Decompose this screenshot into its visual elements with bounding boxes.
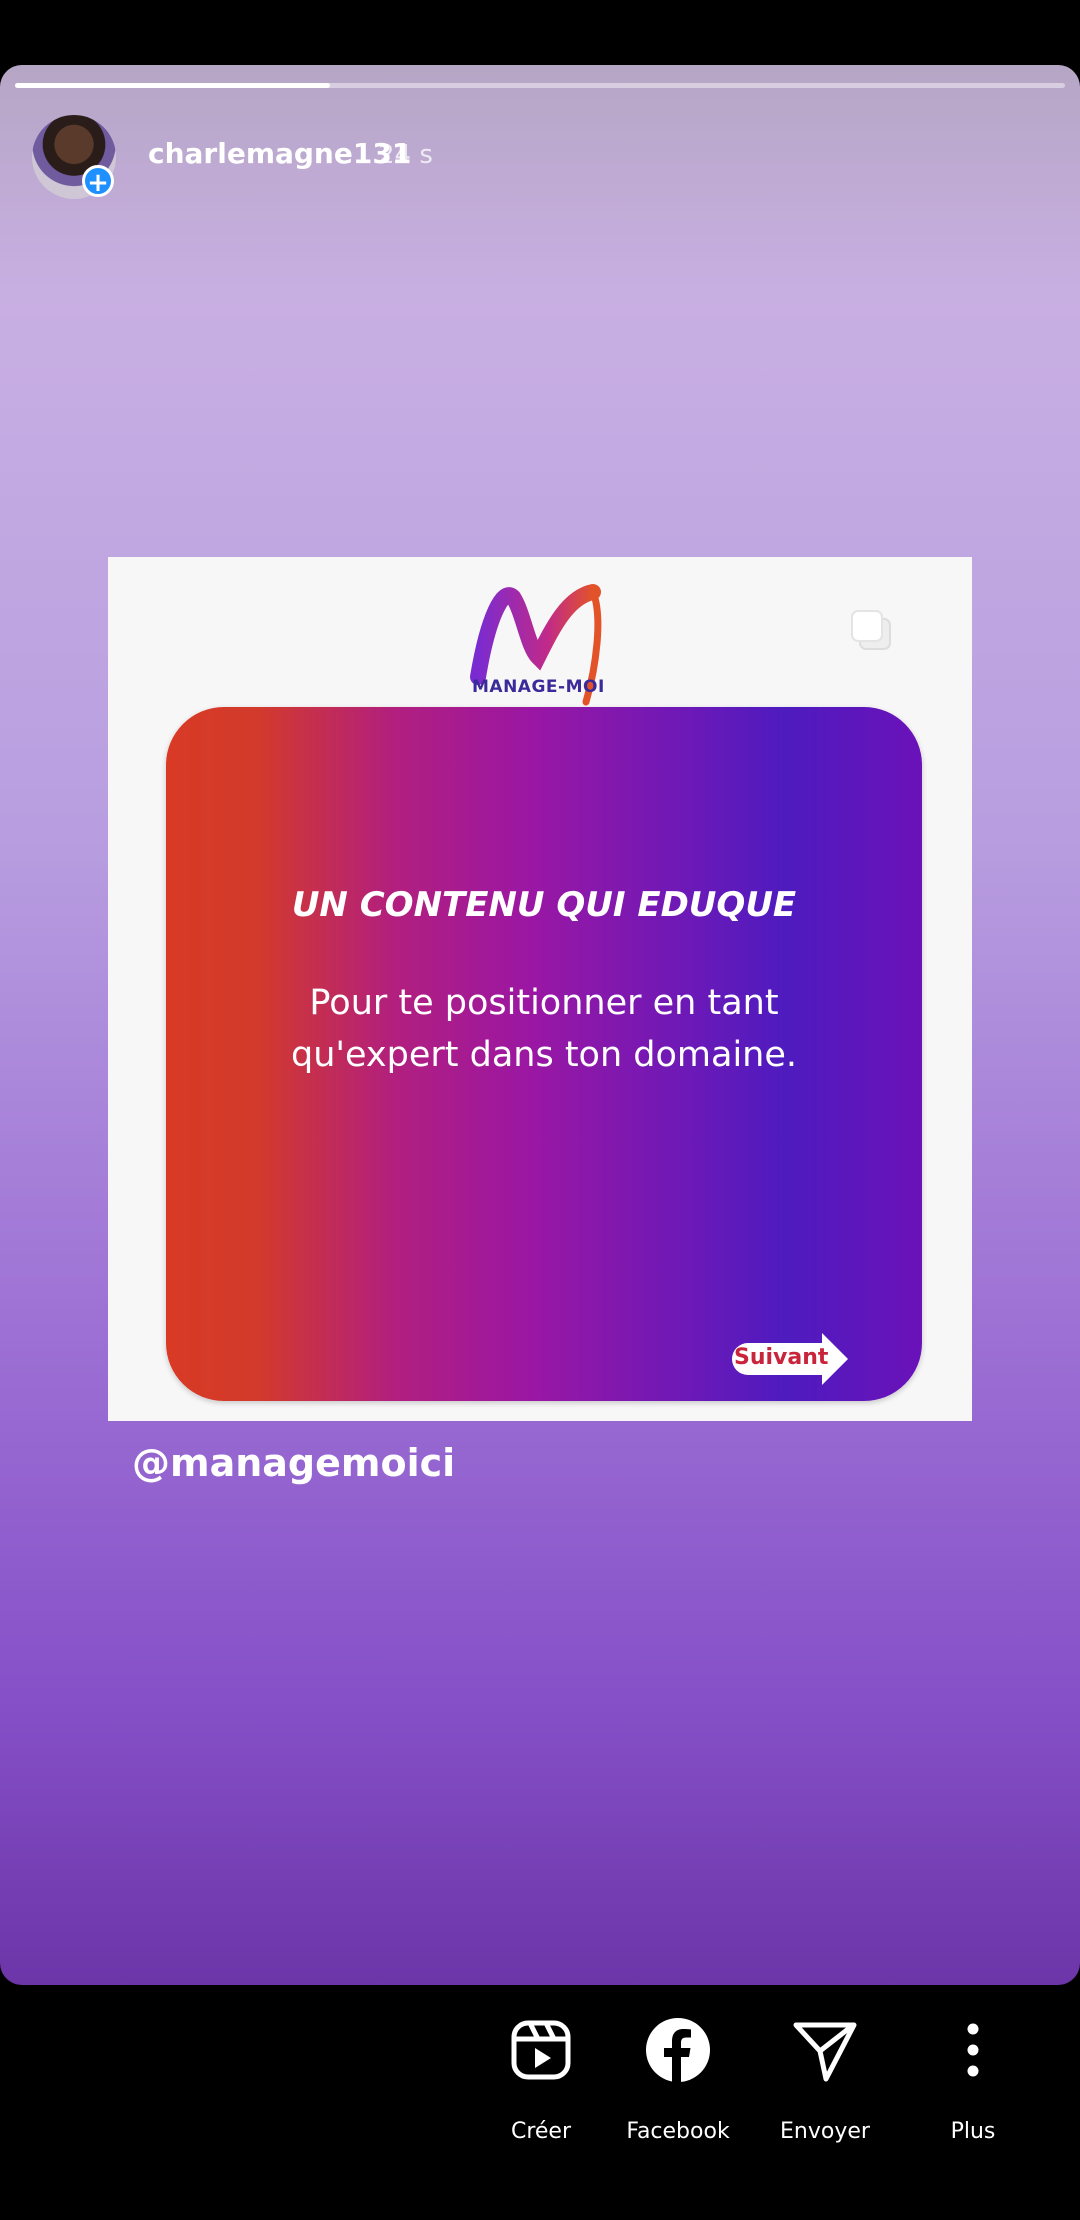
more-button[interactable]: Plus [908, 2015, 1038, 2155]
card-title: UN CONTENU QUI EDUQUE [291, 885, 797, 925]
reels-icon [511, 2020, 571, 2080]
send-icon [793, 2022, 857, 2082]
story-username[interactable]: charlemagne131 [148, 137, 411, 170]
post-card: UN CONTENU QUI EDUQUE Pour te positionne… [166, 707, 922, 1401]
story-viewer[interactable]: + charlemagne131 24 s MANAGE-MOI UN CONT… [0, 65, 1080, 1985]
create-button[interactable]: Créer [476, 2015, 606, 2155]
more-label: Plus [950, 2119, 996, 2144]
send-label: Envoyer [780, 2119, 870, 2144]
add-story-icon[interactable]: + [82, 165, 114, 198]
story-time: 24 s [378, 140, 433, 170]
story-progress-fill [15, 83, 330, 88]
story-progress-bar [15, 83, 1065, 88]
mention-sticker[interactable]: @managemoici [132, 1441, 455, 1485]
carousel-icon [851, 610, 891, 650]
create-label: Créer [510, 2119, 572, 2144]
send-button[interactable]: Envoyer [760, 2015, 890, 2155]
logo-text: MANAGE-MOI [472, 677, 605, 697]
next-button[interactable]: Suivant [734, 1345, 828, 1370]
more-vertical-icon [967, 2023, 979, 2077]
facebook-label: Facebook [626, 2119, 730, 2144]
facebook-icon [646, 2018, 710, 2082]
shared-post[interactable]: MANAGE-MOI UN CONTENU QUI EDUQUE Pour te… [108, 557, 972, 1421]
card-body: Pour te positionner en tant qu'expert da… [290, 983, 798, 1075]
facebook-button[interactable]: Facebook [613, 2015, 743, 2155]
